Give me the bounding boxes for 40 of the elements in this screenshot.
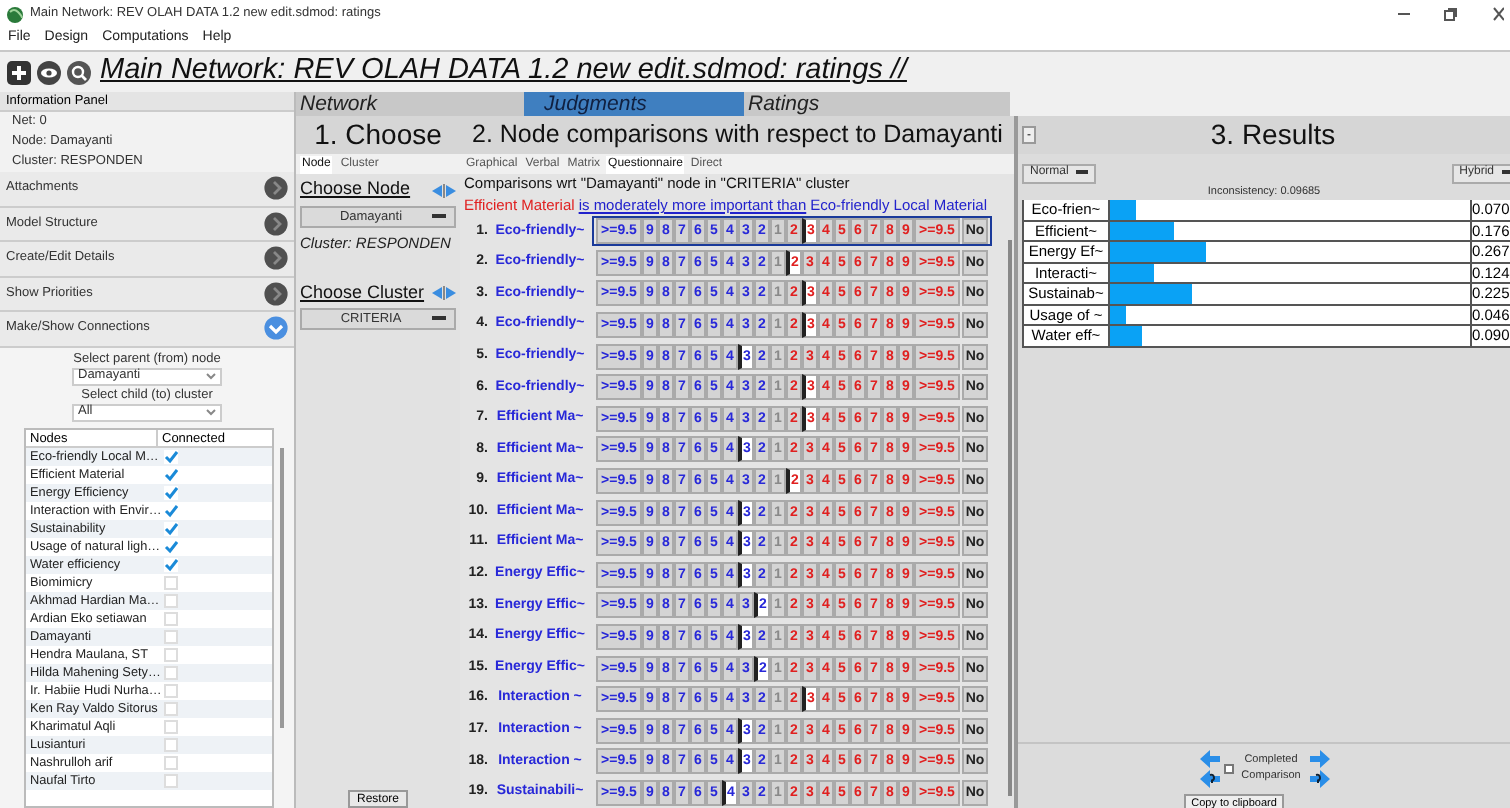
dash-icon: [432, 316, 446, 323]
checkbox[interactable]: [1223, 764, 1233, 774]
chevron-down-icon: [264, 316, 288, 341]
checkbox[interactable]: [164, 449, 178, 463]
arrows-icon: [432, 183, 456, 197]
checkbox[interactable]: [164, 557, 178, 571]
chevron-down-icon: [206, 372, 216, 380]
checkbox[interactable]: [164, 539, 178, 553]
link[interactable]: Choose Node: [300, 176, 411, 204]
checkbox[interactable]: [164, 521, 178, 535]
section-heading: 2. Node comparisons with respect to Damayanti: [460, 116, 1014, 154]
checkbox[interactable]: [164, 485, 178, 499]
dash-icon: [1076, 170, 1089, 176]
dash-icon: [432, 214, 446, 220]
right-arrow-icon: [1309, 750, 1329, 768]
tab[interactable]: Ratings: [744, 92, 1010, 116]
chevron-right-icon: [264, 246, 288, 271]
scrollbar-thumb[interactable]: [280, 447, 284, 727]
chevron-right-icon: [264, 281, 288, 306]
left-arrow-icon: [1199, 750, 1219, 768]
arrows-icon: [432, 285, 456, 300]
tab[interactable]: Judgments: [524, 92, 744, 116]
close-icon: [1492, 6, 1504, 22]
chevron-down-icon: [206, 408, 216, 416]
search-icon: [66, 59, 92, 85]
eye-icon: [36, 59, 62, 85]
scrollbar-thumb[interactable]: [1008, 240, 1012, 796]
restore-icon: [1442, 6, 1458, 22]
chevron-right-icon: [264, 211, 288, 236]
section-heading: 3. Results: [1208, 116, 1338, 154]
left-arrow-question-icon: [1199, 770, 1219, 788]
checkbox[interactable]: [164, 503, 178, 517]
tab[interactable]: Network: [296, 92, 524, 116]
right-arrow-question-icon: [1309, 770, 1329, 788]
checkbox[interactable]: [164, 467, 178, 481]
section-heading: 1. Choose: [296, 116, 460, 154]
plus-icon: [6, 59, 32, 85]
chevron-right-icon: [264, 176, 288, 201]
globe-icon: [6, 5, 24, 23]
link[interactable]: Choose Cluster: [300, 279, 425, 306]
